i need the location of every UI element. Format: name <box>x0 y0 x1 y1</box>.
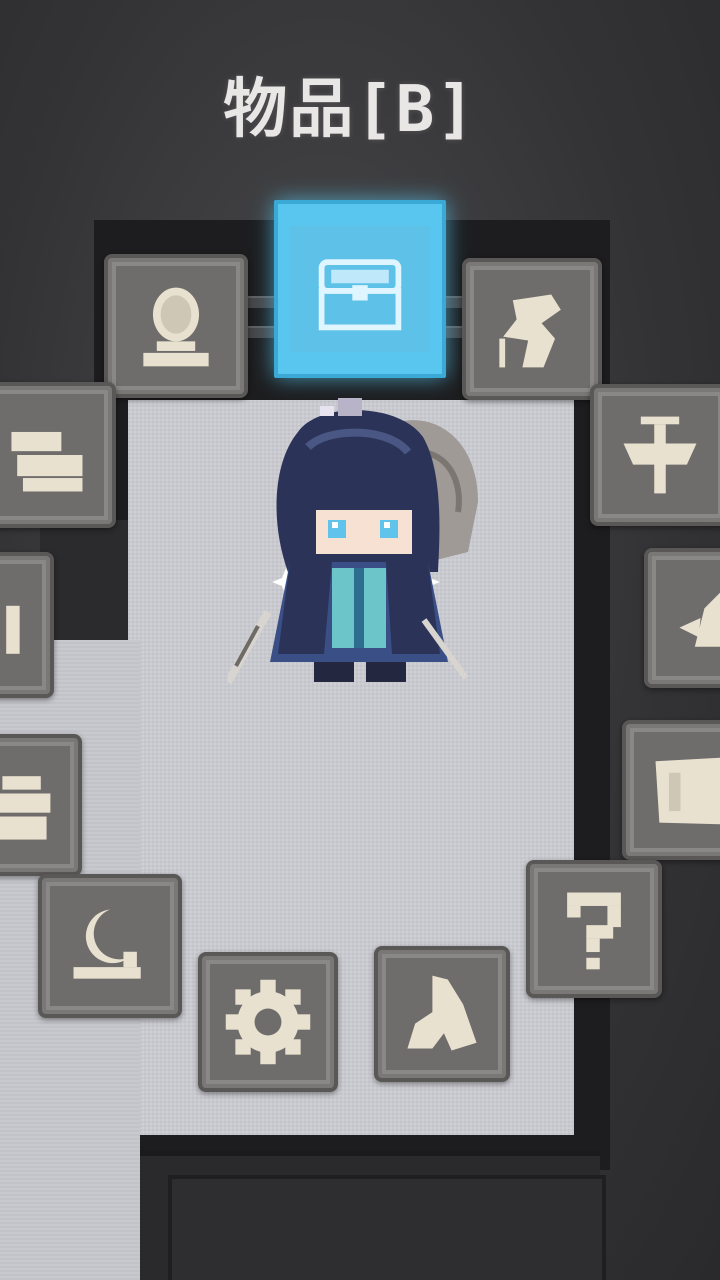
statue-icon <box>499 294 561 368</box>
wheel-item-settings[interactable] <box>198 952 338 1092</box>
menu-title: 物品[B] <box>223 73 477 147</box>
figure-icon <box>6 605 20 654</box>
cake-icon <box>0 776 51 840</box>
scroll-icon <box>655 757 720 825</box>
hand-icon <box>407 975 477 1051</box>
banner-icon <box>623 416 697 494</box>
wheel-item-statue[interactable] <box>462 258 602 400</box>
wheel-item-banner[interactable] <box>590 384 720 526</box>
player-character <box>228 398 478 684</box>
lower-wall-inset <box>168 1175 606 1280</box>
moon-icon <box>73 909 141 979</box>
wheel-item-books[interactable] <box>0 382 116 528</box>
wheel-item-creature[interactable] <box>644 548 720 688</box>
wheel-item-hand[interactable] <box>374 946 510 1082</box>
wheel-item-question[interactable] <box>526 860 662 998</box>
gear-icon <box>225 979 311 1065</box>
creature-icon <box>679 592 720 647</box>
wheel-item-mirror[interactable] <box>104 254 248 398</box>
wheel-item-chest[interactable] <box>274 200 446 378</box>
wheel-item-scroll[interactable] <box>622 720 720 860</box>
round-mirror-icon <box>143 287 209 367</box>
game-screen: 物品[B] <box>0 0 720 1280</box>
books-icon <box>11 431 83 492</box>
wheel-item-cake[interactable] <box>0 734 82 876</box>
question-icon <box>567 892 621 970</box>
wheel-item-figure[interactable] <box>0 552 54 698</box>
wheel-item-moon[interactable] <box>38 874 182 1018</box>
treasure-chest-icon <box>318 259 402 331</box>
